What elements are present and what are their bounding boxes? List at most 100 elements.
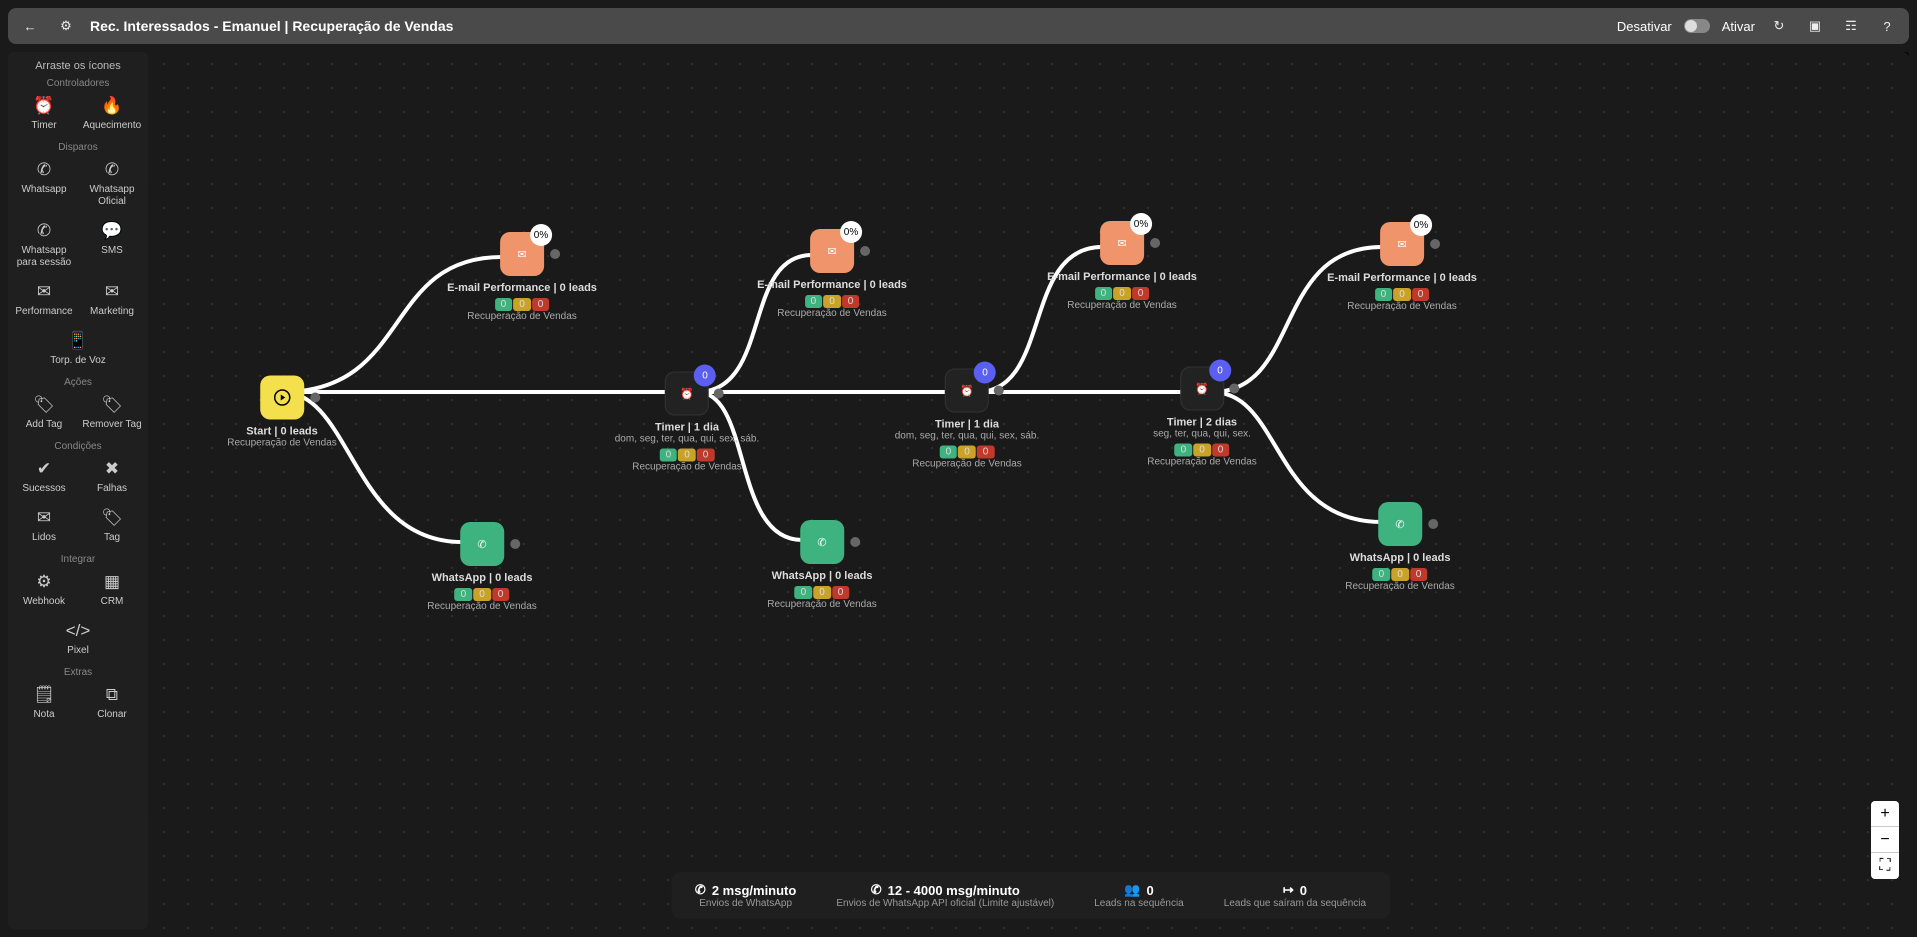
mail-open-icon: ✉ — [101, 281, 123, 303]
tool-webhook[interactable]: ⚙Webhook — [12, 571, 76, 608]
section-dispatches: Disparos — [10, 142, 146, 153]
tool-sms[interactable]: 💬SMS — [80, 220, 144, 269]
section-actions: Ações — [10, 377, 146, 388]
node-days: seg, ter, qua, qui, sex. — [1147, 429, 1257, 440]
back-icon[interactable]: ← — [18, 14, 42, 38]
tool-tag[interactable]: 🏷Tag — [80, 507, 144, 544]
port-out[interactable] — [860, 246, 870, 256]
header-bar: ← ⚙ Rec. Interessados - Emanuel | Recupe… — [8, 8, 1909, 44]
whatsapp-icon: ✆ — [1378, 502, 1422, 546]
port-out[interactable] — [1150, 238, 1160, 248]
node-tag: Recuperação de Vendas — [767, 599, 877, 610]
refresh-icon[interactable]: ↻ — [1767, 14, 1791, 38]
stat-leads-exited: ↦0 Leads que saíram da sequência — [1224, 882, 1366, 909]
node-stats: 000 — [427, 588, 537, 601]
zoom-fit-button[interactable]: ⛶ — [1871, 853, 1899, 879]
zoom-out-button[interactable]: − — [1871, 827, 1899, 853]
tool-whatsapp-sessao[interactable]: ✆Whatsapp para sessão — [12, 220, 76, 269]
alarm-icon: ⏰ 0 — [1180, 367, 1224, 411]
node-days: dom, seg, ter, qua, qui, sex, sáb. — [895, 431, 1040, 442]
tag-minus-icon: 🏷 — [101, 394, 123, 416]
tool-marketing[interactable]: ✉Marketing — [80, 281, 144, 318]
mail-icon: ✉ 0% — [500, 232, 544, 276]
node-email-1[interactable]: ✉ 0% E-mail Performance | 0 leads 000 Re… — [447, 232, 597, 322]
sidebar: Arraste os ícones Controladores ⏰Timer 🔥… — [8, 52, 148, 929]
zoom-in-button[interactable]: + — [1871, 801, 1899, 827]
node-tag: Recuperação de Vendas — [1047, 300, 1197, 311]
whatsapp-session-icon: ✆ — [33, 220, 55, 242]
node-timer-3[interactable]: ⏰ 0 Timer | 2 dias seg, ter, qua, qui, s… — [1147, 367, 1257, 468]
port-out[interactable] — [1428, 519, 1438, 529]
tool-lidos[interactable]: ✉Lidos — [12, 507, 76, 544]
section-integrate: Integrar — [10, 554, 146, 565]
tool-torp-voz[interactable]: 📱Torp. de Voz — [46, 330, 110, 367]
sms-icon: 💬 — [101, 220, 123, 242]
count-badge: 0 — [1209, 360, 1231, 382]
activate-toggle[interactable] — [1684, 19, 1710, 33]
port-out[interactable] — [994, 386, 1004, 396]
tool-aquecimento[interactable]: 🔥Aquecimento — [80, 95, 144, 132]
port-out[interactable] — [850, 537, 860, 547]
port-out[interactable] — [1229, 384, 1239, 394]
tag-icon: 🏷 — [101, 507, 123, 529]
node-title: E-mail Performance | 0 leads — [757, 279, 907, 291]
tool-performance[interactable]: ✉Performance — [12, 281, 76, 318]
node-tag: Recuperação de Vendas — [1327, 301, 1477, 312]
mail-icon: ✉ 0% — [1380, 222, 1424, 266]
node-timer-2[interactable]: ⏰ 0 Timer | 1 dia dom, seg, ter, qua, qu… — [895, 369, 1040, 470]
flow-canvas[interactable]: Start | 0 leads Recuperação de Vendas ✉ … — [152, 52, 1909, 929]
tool-crm[interactable]: ▦CRM — [80, 571, 144, 608]
tool-whatsapp[interactable]: ✆Whatsapp — [12, 159, 76, 208]
node-start[interactable]: Start | 0 leads Recuperação de Vendas — [227, 376, 337, 449]
port-out[interactable] — [714, 389, 724, 399]
users-icon: 👥 — [1124, 882, 1140, 898]
port-out[interactable] — [310, 393, 320, 403]
tool-timer[interactable]: ⏰Timer — [12, 95, 76, 132]
node-title: Timer | 1 dia — [615, 422, 760, 434]
tool-sucessos[interactable]: ✔Sucessos — [12, 458, 76, 495]
section-extras: Extras — [10, 667, 146, 678]
node-tag: Recuperação de Vendas — [227, 438, 337, 449]
node-whatsapp-3[interactable]: ✆ WhatsApp | 0 leads 000 Recuperação de … — [1345, 502, 1455, 592]
port-out[interactable] — [510, 539, 520, 549]
tool-clonar[interactable]: ⧉Clonar — [80, 684, 144, 721]
webhook-icon: ⚙ — [33, 571, 55, 593]
help-icon[interactable]: ? — [1875, 14, 1899, 38]
node-email-2[interactable]: ✉ 0% E-mail Performance | 0 leads 000 Re… — [757, 229, 907, 319]
mail-icon: ✉ 0% — [810, 229, 854, 273]
node-title: Timer | 1 dia — [895, 419, 1040, 431]
alarm-icon: ⏰ 0 — [665, 372, 709, 416]
port-out[interactable] — [1430, 239, 1440, 249]
node-whatsapp-2[interactable]: ✆ WhatsApp | 0 leads 000 Recuperação de … — [767, 520, 877, 610]
tool-remove-tag[interactable]: 🏷Remover Tag — [80, 394, 144, 431]
tool-nota[interactable]: 🗒Nota — [12, 684, 76, 721]
map-icon[interactable]: ▣ — [1803, 14, 1827, 38]
node-stats: 000 — [1047, 287, 1197, 300]
node-tag: Recuperação de Vendas — [895, 459, 1040, 470]
section-controllers: Controladores — [10, 78, 146, 89]
stat-leads-in-sequence: 👥0 Leads na sequência — [1094, 882, 1184, 909]
mail-icon: ✉ — [33, 281, 55, 303]
tool-add-tag[interactable]: 🏷Add Tag — [12, 394, 76, 431]
crm-icon: ▦ — [101, 571, 123, 593]
footer-stats: ✆2 msg/minuto Envios de WhatsApp ✆12 - 4… — [671, 872, 1390, 919]
tool-falhas[interactable]: ✖Falhas — [80, 458, 144, 495]
node-whatsapp-1[interactable]: ✆ WhatsApp | 0 leads 000 Recuperação de … — [427, 522, 537, 612]
tool-whatsapp-oficial[interactable]: ✆Whatsapp Oficial — [80, 159, 144, 208]
x-circle-icon: ✖ — [101, 458, 123, 480]
whatsapp-official-icon: ✆ — [871, 882, 882, 898]
node-timer-1[interactable]: ⏰ 0 Timer | 1 dia dom, seg, ter, qua, qu… — [615, 372, 760, 473]
node-tag: Recuperação de Vendas — [447, 311, 597, 322]
tool-pixel[interactable]: </>Pixel — [46, 620, 110, 657]
port-out[interactable] — [550, 249, 560, 259]
node-tag: Recuperação de Vendas — [757, 308, 907, 319]
search-icon[interactable]: ☶ — [1839, 14, 1863, 38]
percent-badge: 0% — [530, 224, 552, 246]
whatsapp-icon: ✆ — [800, 520, 844, 564]
node-email-4[interactable]: ✉ 0% E-mail Performance | 0 leads 000 Re… — [1327, 222, 1477, 312]
tag-plus-icon: 🏷 — [33, 394, 55, 416]
node-email-3[interactable]: ✉ 0% E-mail Performance | 0 leads 000 Re… — [1047, 221, 1197, 311]
sidebar-hint: Arraste os ícones — [10, 58, 146, 74]
gear-icon[interactable]: ⚙ — [54, 14, 78, 38]
node-tag: Recuperação de Vendas — [427, 601, 537, 612]
